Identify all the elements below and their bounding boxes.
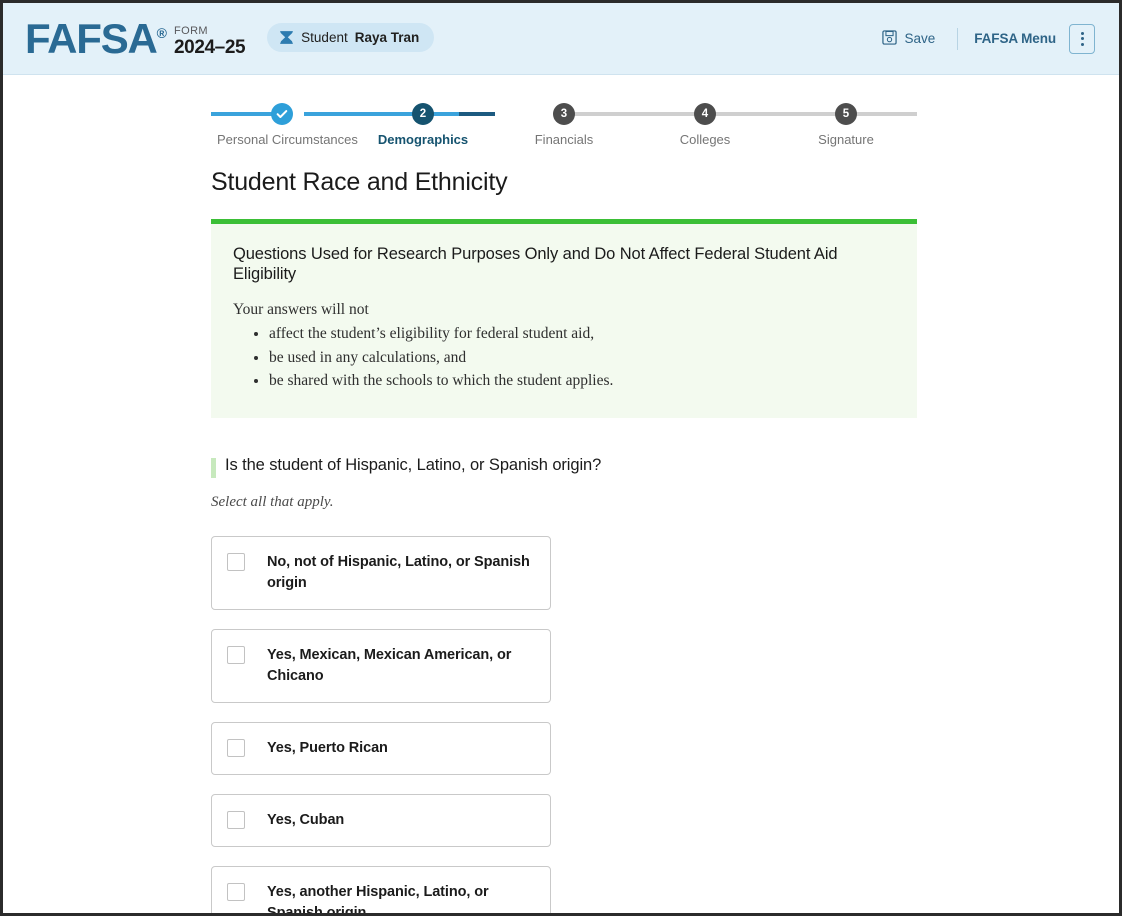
info-box-intro: Your answers will not	[233, 300, 369, 318]
stepper-step-colleges[interactable]: 4 Colleges	[640, 103, 770, 147]
header-actions: Save FAFSA Menu	[876, 23, 1095, 54]
stepper-label-4: Colleges	[679, 132, 731, 147]
student-icon	[279, 30, 294, 45]
form-word-label: FORM	[174, 24, 208, 37]
brand-lockup: FAFSA® FORM 2024–25	[25, 17, 246, 59]
question-label: Is the student of Hispanic, Latino, or S…	[225, 455, 602, 474]
stepper-step-personal-circumstances[interactable]: Personal Circumstances	[217, 103, 358, 147]
student-name: Raya Tran	[354, 30, 420, 45]
checkbox-icon[interactable]	[227, 738, 245, 757]
stepper-node-2: 2	[412, 103, 434, 125]
checkbox-icon[interactable]	[227, 810, 245, 829]
option-label: Yes, another Hispanic, Latino, or Spanis…	[267, 883, 489, 916]
option-label: Yes, Mexican, Mexican American, or Chica…	[267, 646, 512, 684]
kebab-dot	[1080, 37, 1084, 40]
select-all-hint: Select all that apply.	[211, 493, 334, 510]
kebab-menu-icon[interactable]	[1069, 23, 1095, 54]
checkbox-icon[interactable]	[227, 882, 245, 901]
option-yes-puerto-rican[interactable]: Yes, Puerto Rican	[211, 721, 551, 775]
info-box-body: Your answers will not affect the student…	[233, 299, 895, 393]
page-title: Student Race and Ethnicity	[211, 168, 508, 196]
progress-stepper: Personal Circumstances 2 Demographics 3 …	[211, 103, 917, 155]
option-no-not-hispanic[interactable]: No, not of Hispanic, Latino, or Spanish …	[211, 535, 551, 610]
ethnicity-options-group: No, not of Hispanic, Latino, or Spanish …	[211, 535, 917, 916]
checkbox-icon[interactable]	[227, 552, 245, 571]
stepper-label-2: Demographics	[377, 132, 469, 147]
form-year-block: FORM 2024–25	[174, 24, 246, 58]
option-label: Yes, Cuban	[267, 811, 345, 828]
stepper-node-4: 4	[694, 103, 716, 125]
list-item: be used in any calculations, and	[269, 347, 895, 369]
registered-mark: ®	[156, 24, 167, 41]
student-role-badge[interactable]: Student Raya Tran	[267, 23, 435, 52]
main-content: Student Race and Ethnicity Questions Use…	[211, 168, 917, 916]
option-yes-another-hispanic[interactable]: Yes, another Hispanic, Latino, or Spanis…	[211, 865, 551, 916]
stepper-node-5: 5	[835, 103, 857, 125]
stepper-label-5: Signature	[818, 132, 874, 147]
kebab-dot	[1080, 31, 1084, 35]
fafsa-logo: FAFSA®	[25, 17, 167, 59]
fafsa-logo-text: FAFSA	[25, 14, 158, 62]
stepper-step-signature[interactable]: 5 Signature	[781, 103, 911, 147]
stepper-node-1	[271, 103, 293, 125]
fafsa-form-page: FAFSA® FORM 2024–25 Student Raya Tran Sa…	[0, 0, 1122, 916]
option-label: Yes, Puerto Rican	[267, 739, 388, 756]
stepper-step-financials[interactable]: 3 Financials	[499, 103, 629, 147]
list-item: be shared with the schools to which the …	[269, 370, 895, 392]
question-accent-bar	[211, 457, 216, 478]
option-yes-cuban[interactable]: Yes, Cuban	[211, 793, 551, 847]
header-divider	[957, 27, 959, 50]
stepper-label-3: Financials	[534, 132, 594, 147]
stepper-node-3: 3	[553, 103, 575, 125]
save-button[interactable]: Save	[876, 26, 941, 52]
question-block: Is the student of Hispanic, Latino, or S…	[211, 456, 917, 511]
list-item: affect the student’s eligibility for fed…	[269, 323, 895, 345]
stepper-label-1: Personal Circumstances	[217, 132, 358, 147]
info-box-bullet-list: affect the student’s eligibility for fed…	[233, 323, 895, 392]
save-label: Save	[904, 31, 936, 46]
checkbox-icon[interactable]	[227, 645, 245, 664]
app-header: FAFSA® FORM 2024–25 Student Raya Tran Sa…	[3, 3, 1119, 75]
question-row: Is the student of Hispanic, Latino, or S…	[211, 456, 917, 478]
stepper-step-demographics[interactable]: 2 Demographics	[358, 103, 488, 147]
save-icon	[882, 29, 898, 48]
role-label: Student	[301, 30, 348, 45]
form-year-label: 2024–25	[174, 36, 246, 58]
option-label: No, not of Hispanic, Latino, or Spanish …	[267, 553, 530, 591]
check-icon	[276, 108, 288, 120]
kebab-dot	[1080, 42, 1084, 46]
fafsa-menu-button[interactable]: FAFSA Menu	[974, 31, 1056, 46]
research-purposes-info-box: Questions Used for Research Purposes Onl…	[211, 218, 917, 418]
option-yes-mexican[interactable]: Yes, Mexican, Mexican American, or Chica…	[211, 628, 551, 703]
info-box-heading: Questions Used for Research Purposes Onl…	[233, 244, 838, 284]
